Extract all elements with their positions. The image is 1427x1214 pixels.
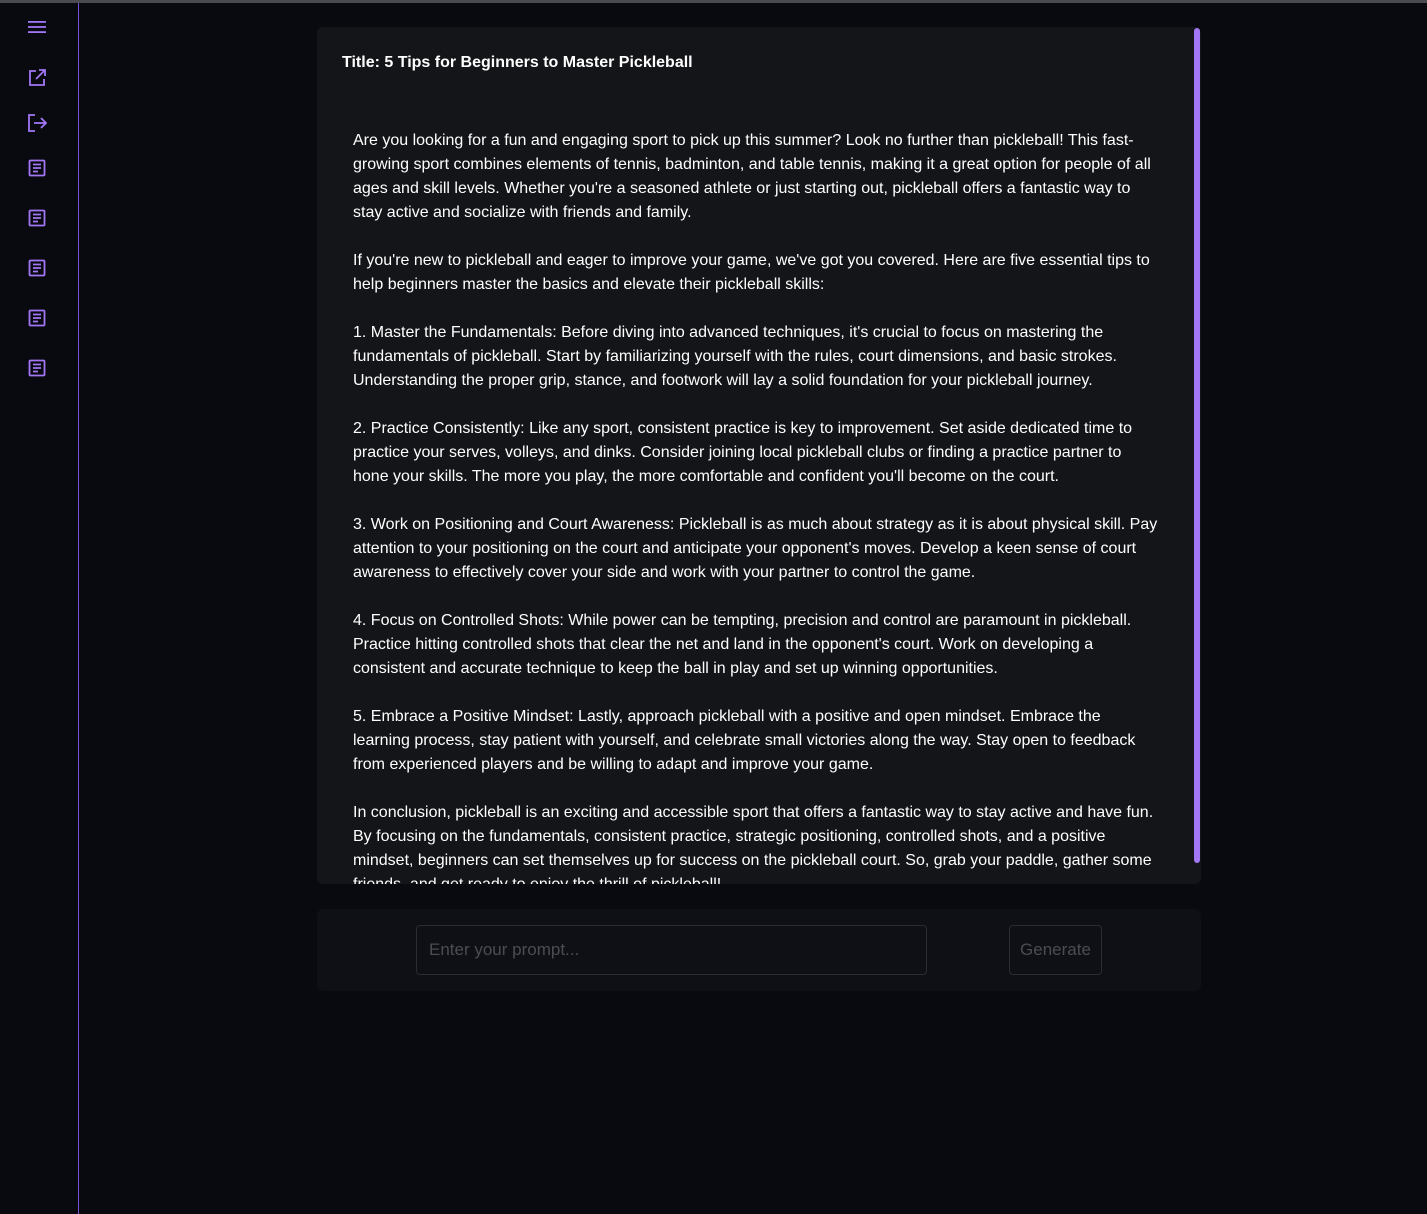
history-item-5[interactable] — [25, 356, 49, 380]
history-item-4[interactable] — [25, 306, 49, 330]
document-icon — [28, 359, 46, 377]
history-item-1[interactable] — [25, 156, 49, 180]
article-paragraph: If you're new to pickleball and eager to… — [353, 252, 1150, 293]
article-title: Title: 5 Tips for Beginners to Master Pi… — [342, 54, 693, 71]
document-icon — [28, 309, 46, 327]
new-chat-button[interactable] — [25, 66, 49, 90]
scrollbar-thumb[interactable] — [1194, 28, 1200, 863]
document-icon — [28, 159, 46, 177]
content-scrollbar[interactable] — [1193, 27, 1201, 884]
article-paragraph: 2. Practice Consistently: Like any sport… — [353, 420, 1133, 485]
generated-content-panel: Title: 5 Tips for Beginners to Master Pi… — [317, 27, 1193, 884]
article-body: Are you looking for a fun and engaging s… — [353, 129, 1159, 884]
menu-button[interactable] — [25, 15, 49, 39]
window-top-border — [0, 0, 1427, 3]
article-paragraph: 3. Work on Positioning and Court Awarene… — [353, 516, 1158, 581]
logout-button[interactable] — [25, 111, 49, 135]
document-icon — [28, 209, 46, 227]
article-paragraph: 5. Embrace a Positive Mindset: Lastly, a… — [353, 708, 1136, 773]
prompt-input[interactable] — [416, 925, 927, 975]
history-item-3[interactable] — [25, 256, 49, 280]
generate-button[interactable]: Generate — [1009, 925, 1102, 975]
article-paragraph: In conclusion, pickleball is an exciting… — [353, 804, 1154, 884]
article-paragraph: Are you looking for a fun and engaging s… — [353, 132, 1151, 221]
new-window-icon — [29, 69, 46, 86]
article-paragraph: 1. Master the Fundamentals: Before divin… — [353, 324, 1117, 389]
prompt-bar: Generate — [317, 909, 1201, 991]
history-item-2[interactable] — [25, 206, 49, 230]
menu-icon — [28, 21, 46, 33]
logout-icon — [28, 114, 48, 132]
sidebar — [0, 3, 79, 1214]
article-paragraph: 4. Focus on Controlled Shots: While powe… — [353, 612, 1132, 677]
document-icon — [28, 259, 46, 277]
